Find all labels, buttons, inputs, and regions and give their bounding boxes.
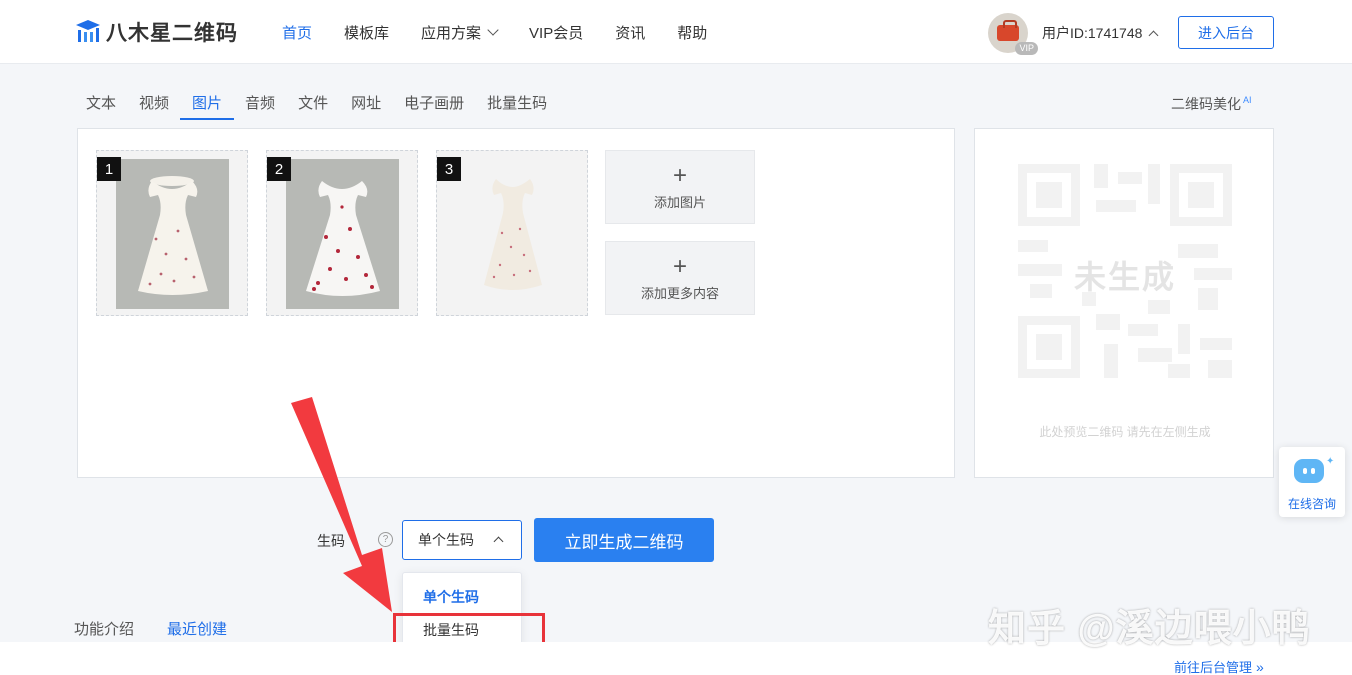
top-header: 八木星二维码 首页 模板库 应用方案 VIP会员 资讯 帮助 VIP 用户ID:… (0, 0, 1352, 64)
generate-mode-select[interactable]: 单个生码 (402, 520, 522, 560)
enter-backend-button[interactable]: 进入后台 (1178, 16, 1274, 49)
tab-video[interactable]: 视频 (139, 92, 169, 120)
tab-album[interactable]: 电子画册 (404, 92, 464, 120)
tab-features[interactable]: 功能介绍 (74, 618, 134, 642)
image-index: 1 (97, 157, 121, 181)
vip-badge: VIP (1015, 42, 1038, 55)
chevron-up-icon (493, 536, 504, 547)
tab-recent[interactable]: 最近创建 (167, 618, 228, 644)
plus-icon: + (672, 161, 687, 189)
tab-url[interactable]: 网址 (351, 92, 381, 120)
user-menu[interactable]: VIP 用户ID:1741748 (988, 13, 1159, 55)
nav-vip[interactable]: VIP会员 (529, 22, 583, 43)
tab-file[interactable]: 文件 (298, 92, 328, 120)
qr-preview-panel: 未生成 此处预览二维码 请先在左侧生成 (974, 128, 1274, 478)
add-more-content-button[interactable]: + 添加更多内容 (605, 241, 755, 315)
image-editor-panel: 1 2 3 + 添加图片 + 添加更多内容 (77, 128, 955, 478)
select-value: 单个生码 (418, 532, 474, 548)
preview-hint: 此处预览二维码 请先在左侧生成 (1039, 425, 1211, 439)
tab-audio[interactable]: 音频 (245, 92, 275, 120)
watermark: 知乎 @溪边喂小鸭 (988, 608, 1311, 650)
image-item[interactable]: 3 (436, 150, 588, 316)
dress-photo (116, 159, 229, 309)
brand-logo[interactable]: 八木星二维码 (74, 17, 238, 47)
go-backend-link[interactable]: 前往后台管理» (1174, 657, 1264, 675)
add-image-button[interactable]: + 添加图片 (605, 150, 755, 224)
nav-home[interactable]: 首页 (282, 22, 312, 43)
section-tabs: 功能介绍 最近创建 (74, 618, 260, 644)
sparkle-icon: ✦ (1326, 456, 1335, 467)
nav-help[interactable]: 帮助 (677, 22, 707, 43)
nav-templates[interactable]: 模板库 (344, 22, 389, 43)
chatbot-icon (1294, 459, 1324, 483)
ai-badge: AI (1243, 95, 1252, 106)
help-icon[interactable]: ? (378, 532, 393, 547)
qr-placeholder: 未生成 (1018, 164, 1232, 378)
generate-qr-button[interactable]: 立即生成二维码 (534, 518, 714, 562)
qr-status: 未生成 (1073, 259, 1176, 295)
chevron-up-icon (1148, 30, 1159, 40)
content-type-tabs: 文本 视频 图片 音频 文件 网址 电子画册 批量生码 (86, 92, 570, 120)
double-chevron-right-icon: » (1256, 659, 1264, 675)
tab-text[interactable]: 文本 (86, 92, 116, 120)
user-id: 用户ID:1741748 (1042, 25, 1143, 41)
image-item[interactable]: 1 (96, 150, 248, 316)
briefcase-icon (997, 20, 1019, 41)
avatar: VIP (988, 13, 1038, 55)
dress-photo (286, 159, 399, 309)
image-item[interactable]: 2 (266, 150, 418, 316)
image-index: 2 (267, 157, 291, 181)
online-consult-button[interactable]: ✦ 在线咨询 (1279, 447, 1345, 517)
tab-image[interactable]: 图片 (180, 92, 235, 120)
plus-icon: + (672, 252, 687, 280)
dress-photo (456, 159, 569, 309)
main-nav: 首页 模板库 应用方案 VIP会员 资讯 帮助 (282, 0, 739, 64)
nav-solutions[interactable]: 应用方案 (421, 22, 499, 43)
nav-news[interactable]: 资讯 (615, 22, 645, 43)
qr-beautify-link[interactable]: 二维码美化 AI (1171, 94, 1252, 114)
generate-mode-label: 生码 (317, 533, 345, 549)
logo-icon (76, 20, 100, 42)
tab-batch[interactable]: 批量生码 (487, 92, 547, 120)
image-index: 3 (437, 157, 461, 181)
option-single[interactable]: 单个生码 (403, 582, 523, 612)
brand-name: 八木星二维码 (106, 22, 238, 45)
chevron-down-icon (487, 24, 499, 36)
